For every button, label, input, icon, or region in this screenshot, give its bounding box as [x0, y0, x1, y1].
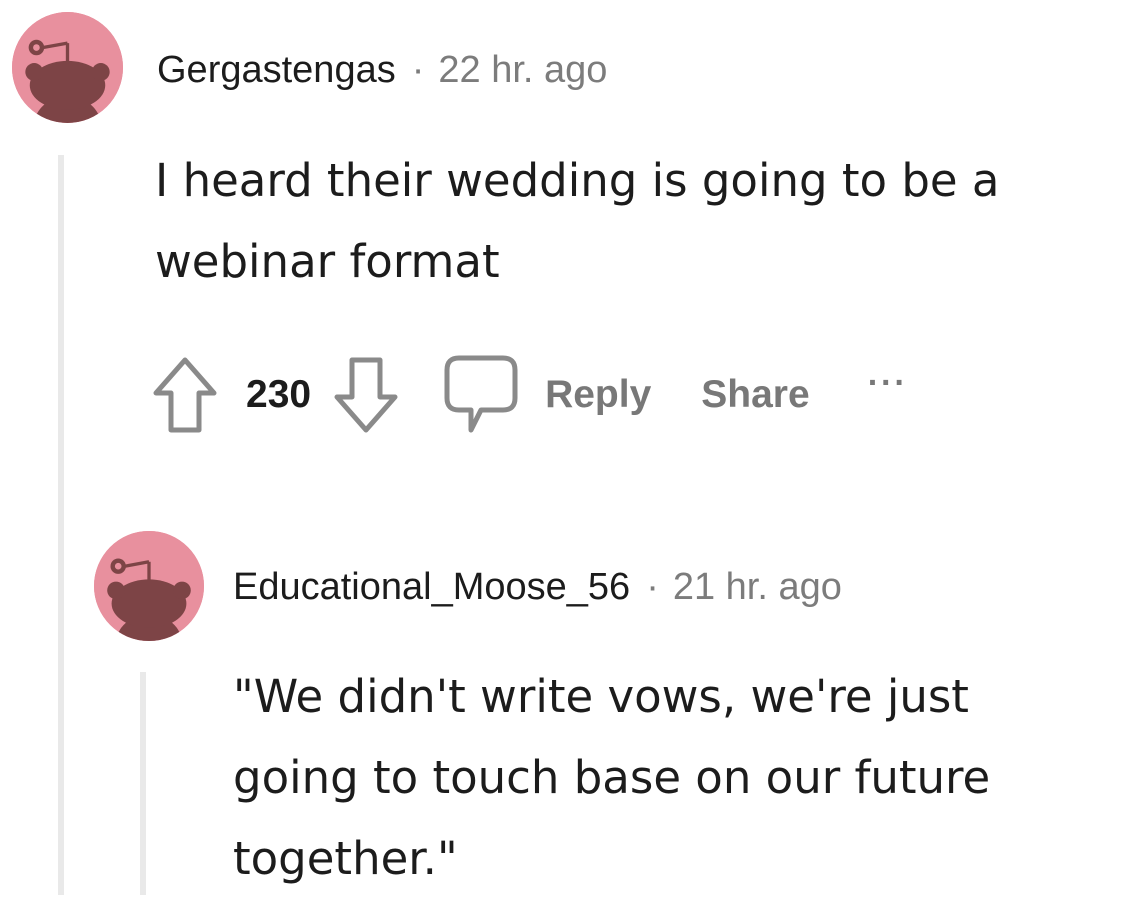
meta-separator: · [411, 49, 425, 91]
speech-bubble-icon[interactable] [443, 354, 519, 436]
comment-action-bar: 230 Reply Share ··· [150, 352, 908, 438]
vote-count: 230 [246, 373, 312, 416]
share-button[interactable]: Share [701, 373, 809, 417]
reply-body-line: together." [233, 832, 458, 885]
reply-thread-line[interactable] [140, 672, 146, 895]
comment-avatar[interactable] [12, 12, 123, 123]
reply-username[interactable]: Educational_Moose_56 [233, 566, 630, 608]
downvote-arrow-icon[interactable] [331, 354, 401, 436]
reply-body-line: "We didn't write vows, we're just [233, 670, 969, 723]
comment-thread-line[interactable] [58, 155, 64, 895]
reply-button[interactable]: Reply [545, 373, 651, 417]
comment-timestamp[interactable]: 22 hr. ago [438, 49, 607, 91]
reply-body: "We didn't write vows, we're just going … [233, 656, 990, 899]
reddit-snoo-avatar-icon [94, 531, 204, 641]
reply-meta: Educational_Moose_56 · 21 hr. ago [233, 568, 842, 606]
meta-separator: · [646, 566, 659, 608]
reply-body-line: going to touch base on our future [233, 751, 991, 804]
reply-timestamp[interactable]: 21 hr. ago [673, 566, 842, 608]
more-options-button[interactable]: ··· [868, 364, 908, 403]
upvote-arrow-icon[interactable] [150, 354, 220, 436]
comment-body-line: webinar format [155, 235, 500, 288]
comment-meta: Gergastengas · 22 hr. ago [157, 51, 607, 89]
comment-body: I heard their wedding is going to be a w… [155, 140, 999, 302]
comment-username[interactable]: Gergastengas [157, 49, 396, 91]
reddit-snoo-avatar-icon [12, 12, 123, 123]
comment-body-line: I heard their wedding is going to be a [155, 154, 1000, 207]
reply-avatar[interactable] [94, 531, 204, 641]
